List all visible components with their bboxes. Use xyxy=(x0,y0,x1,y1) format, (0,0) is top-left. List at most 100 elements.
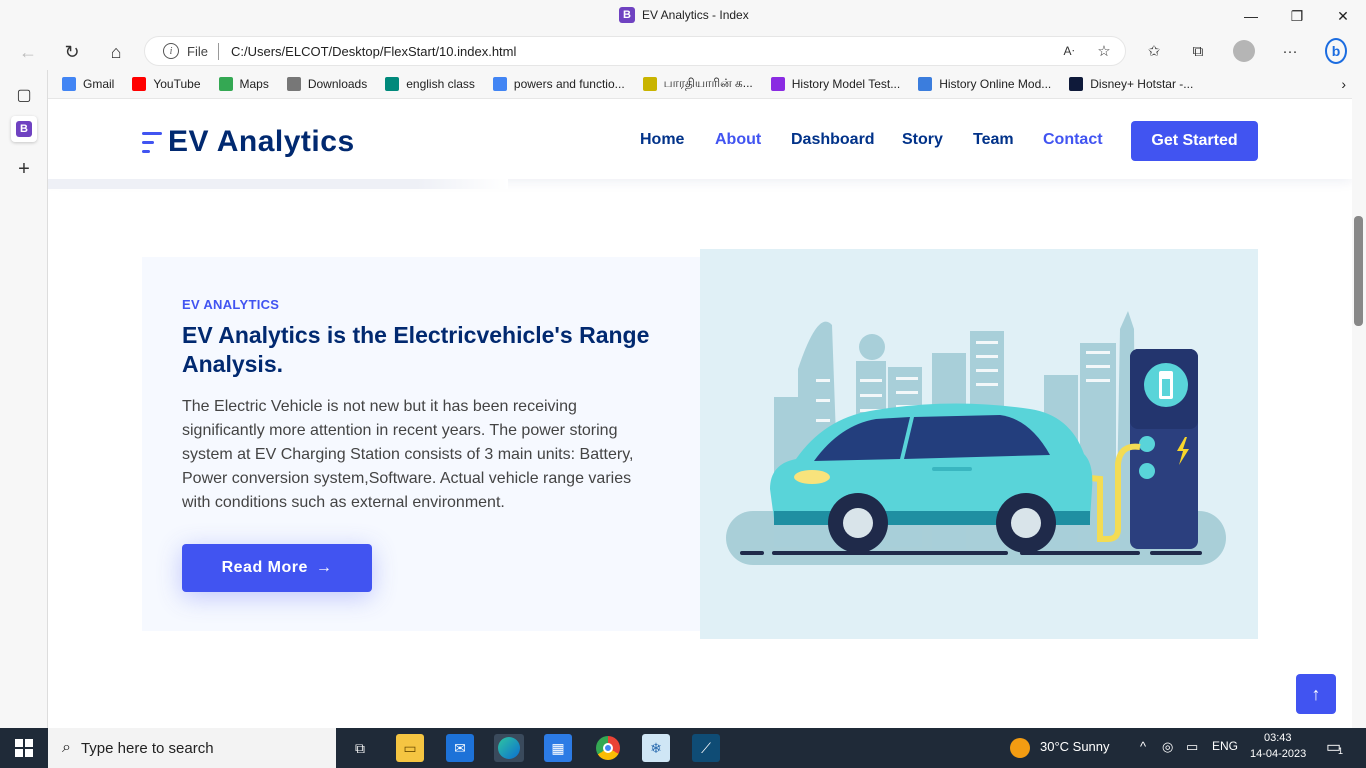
bootstrap-tab-icon: B xyxy=(16,121,32,137)
bookmarks-bar: Gmail YouTube Maps Downloads english class po… xyxy=(48,70,1366,98)
bookmark-label: Disney+ Hotstar -... xyxy=(1090,77,1194,91)
road-lines xyxy=(740,551,1202,555)
nav-home[interactable]: Home xyxy=(640,131,684,149)
bookmarks-overflow-chevron-icon[interactable]: › xyxy=(1341,76,1346,92)
notification-count: 1 xyxy=(1338,746,1344,756)
bookmark-item[interactable]: powers and functio... xyxy=(492,77,625,91)
address-separator xyxy=(218,43,219,60)
page-scrollbar[interactable] xyxy=(1352,98,1366,728)
window-title-text: EV Analytics - Index xyxy=(642,8,749,22)
start-button[interactable] xyxy=(0,728,48,768)
bookmark-item[interactable]: பாரதியாரின் க... xyxy=(642,76,753,92)
window-title: B EV Analytics - Index xyxy=(619,7,749,23)
windows-taskbar: ⌕ Type here to search ⧉ ▭ ✉ ▦ ❄ ⟋ 30°C S… xyxy=(0,728,1366,768)
web-page: EV Analytics Home About Dashboard Story … xyxy=(48,98,1352,728)
bookmark-item[interactable]: Maps xyxy=(218,77,269,91)
browser-sidebar: ▢ B + xyxy=(0,70,48,728)
google-icon xyxy=(492,77,507,91)
window-title-bar: B EV Analytics - Index — ❐ ✕ xyxy=(0,0,1366,32)
read-aloud-icon[interactable]: Aᐧ xyxy=(1058,40,1080,62)
arrow-up-icon: ↑ xyxy=(1311,683,1321,704)
info-icon[interactable]: i xyxy=(163,43,179,59)
taskbar-search-placeholder: Type here to search xyxy=(80,739,214,757)
add-favorite-icon[interactable]: ☆ xyxy=(1093,40,1115,62)
weather-text[interactable]: 30°C Sunny xyxy=(1040,739,1110,754)
ev-illustration-panel xyxy=(700,249,1258,639)
active-tab-favicon[interactable]: B xyxy=(11,116,37,142)
bookmark-label: english class xyxy=(406,77,475,91)
about-heading: EV Analytics is the Electricvehicle's Ra… xyxy=(182,322,650,377)
close-button[interactable]: ✕ xyxy=(1333,6,1353,26)
logo-mark-icon xyxy=(142,129,162,155)
profile-avatar[interactable] xyxy=(1233,40,1255,62)
get-started-button[interactable]: Get Started xyxy=(1131,121,1258,161)
bookmark-label: History Model Test... xyxy=(791,77,901,91)
read-more-button[interactable]: Read More → xyxy=(182,544,372,592)
new-tab-icon[interactable]: + xyxy=(11,156,37,182)
nav-dashboard[interactable]: Dashboard xyxy=(791,131,875,149)
favorites-icon[interactable]: ✩ xyxy=(1143,40,1165,62)
task-view-icon[interactable]: ⧉ xyxy=(346,734,374,762)
network-icon[interactable]: ◎ xyxy=(1162,739,1173,755)
address-bar[interactable]: i File C:/Users/ELCOT/Desktop/FlexStart/… xyxy=(144,36,1126,66)
minimize-button[interactable]: — xyxy=(1241,6,1261,26)
snowflake-app-icon[interactable]: ❄ xyxy=(642,734,670,762)
bookmark-item[interactable]: History Online Mod... xyxy=(918,77,1051,91)
refresh-button[interactable]: ↻ xyxy=(60,40,84,64)
collections-icon[interactable]: ⧉ xyxy=(1187,40,1209,62)
clock-date[interactable]: 14-04-2023 xyxy=(1250,748,1306,760)
bookmark-item[interactable]: english class xyxy=(385,77,475,91)
bing-chat-icon[interactable]: b xyxy=(1325,38,1347,64)
chrome-icon[interactable] xyxy=(594,734,622,762)
file-explorer-icon[interactable]: ▭ xyxy=(396,734,424,762)
tray-chevron-icon[interactable]: ^ xyxy=(1140,739,1146,754)
brand-name: EV Analytics xyxy=(168,125,355,158)
read-more-label: Read More xyxy=(221,559,308,576)
nav-about[interactable]: About xyxy=(715,131,761,149)
home-button[interactable]: ⌂ xyxy=(104,40,128,64)
mail-icon[interactable]: ✉ xyxy=(446,734,474,762)
bootstrap-favicon-icon: B xyxy=(619,7,635,23)
testbook-icon xyxy=(770,77,785,91)
address-url[interactable]: C:/Users/ELCOT/Desktop/FlexStart/10.inde… xyxy=(231,44,516,59)
scrollbar-thumb[interactable] xyxy=(1354,216,1363,326)
address-file-label: File xyxy=(187,44,208,59)
vscode-app-icon[interactable]: ⟋ xyxy=(692,734,720,762)
nav-contact[interactable]: Contact xyxy=(1043,131,1103,149)
nav-story[interactable]: Story xyxy=(902,131,943,149)
windows-logo-icon xyxy=(15,739,33,757)
bookmark-item[interactable]: History Model Test... xyxy=(770,77,901,91)
tab-actions-icon[interactable]: ▢ xyxy=(11,82,37,108)
clock-time[interactable]: 03:43 xyxy=(1264,732,1292,744)
about-paragraph: The Electric Vehicle is not new but it h… xyxy=(182,398,634,511)
nav-team[interactable]: Team xyxy=(973,131,1014,149)
bookmark-label: History Online Mod... xyxy=(939,77,1052,91)
more-menu-icon[interactable]: ··· xyxy=(1279,40,1301,62)
site-logo[interactable]: EV Analytics xyxy=(142,125,355,159)
bookmark-item[interactable]: Disney+ Hotstar -... xyxy=(1069,77,1193,91)
hotstar-icon xyxy=(1069,77,1084,91)
taskbar-search[interactable]: ⌕ Type here to search xyxy=(48,728,336,768)
bookmark-item[interactable]: Gmail xyxy=(62,77,114,91)
site-header: EV Analytics Home About Dashboard Story … xyxy=(48,99,1352,179)
back-to-top-button[interactable]: ↑ xyxy=(1296,674,1336,714)
bookmark-label: பாரதியாரின் க... xyxy=(663,76,753,90)
youtube-icon xyxy=(132,77,147,91)
bookmark-item[interactable]: Downloads xyxy=(286,77,367,91)
speaker-icon[interactable]: ▭ xyxy=(1186,739,1198,755)
header-shadow-strip xyxy=(48,179,508,189)
bookmark-label: powers and functio... xyxy=(513,77,625,91)
bookmark-label: Gmail xyxy=(83,77,115,91)
bookmark-label: YouTube xyxy=(153,77,201,91)
google-icon xyxy=(62,77,76,91)
search-icon: ⌕ xyxy=(62,739,71,756)
edge-icon[interactable] xyxy=(494,734,524,762)
bookmark-item[interactable]: YouTube xyxy=(132,77,201,91)
back-button[interactable]: ← xyxy=(16,40,40,64)
site-icon xyxy=(642,77,657,91)
weather-sun-icon xyxy=(1010,738,1030,758)
store-icon[interactable]: ▦ xyxy=(544,734,572,762)
language-indicator[interactable]: ENG xyxy=(1212,739,1238,753)
arrow-right-icon: → xyxy=(315,559,333,576)
restore-button[interactable]: ❐ xyxy=(1287,6,1307,26)
